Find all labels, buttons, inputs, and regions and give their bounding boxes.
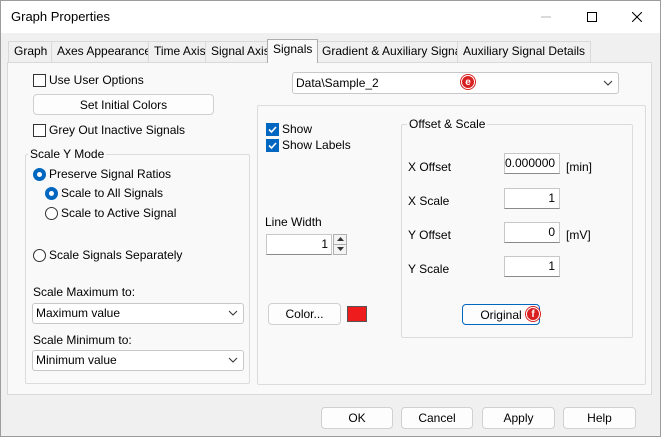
close-icon (632, 12, 642, 22)
help-button[interactable]: Help (563, 407, 636, 429)
offset-scale-title: Offset & Scale (407, 117, 488, 131)
line-width-input[interactable]: 1 (266, 234, 332, 255)
scale-signals-separately-radio[interactable]: Scale Signals Separately (33, 248, 182, 262)
tab-gradient-auxiliary-signals[interactable]: Gradient & Auxiliary Signals (316, 41, 477, 62)
scale-y-mode-title: Scale Y Mode (28, 147, 107, 161)
checkbox-box (266, 138, 279, 152)
minimize-button[interactable] (523, 1, 569, 33)
x-offset-input[interactable]: 0.000000 (504, 153, 560, 174)
scale-to-all-signals-radio[interactable]: Scale to All Signals (45, 186, 163, 200)
signals-tab-panel: Use User Options Set Initial Colors Grey… (7, 62, 652, 395)
scale-signals-separately-label: Scale Signals Separately (49, 248, 183, 262)
set-initial-colors-button[interactable]: Set Initial Colors (33, 94, 214, 115)
scale-minimum-label: Scale Minimum to: (33, 333, 132, 347)
scale-maximum-value: Maximum value (36, 306, 121, 320)
signal-dropdown[interactable]: Data\Sample_2 (292, 72, 619, 94)
line-width-spinner[interactable] (333, 234, 347, 255)
y-scale-label: Y Scale (408, 262, 450, 276)
preserve-signal-ratios-label: Preserve Signal Ratios (49, 167, 172, 181)
checkmark-icon (268, 125, 277, 133)
maximize-button[interactable] (569, 1, 615, 33)
ok-button[interactable]: OK (321, 407, 393, 429)
window-title: Graph Properties (11, 9, 110, 24)
annotation-badge-e: e (461, 75, 475, 89)
grey-out-inactive-checkbox[interactable]: Grey Out Inactive Signals (33, 123, 185, 137)
signal-dropdown-value: Data\Sample_2 (296, 76, 379, 90)
grey-out-inactive-label: Grey Out Inactive Signals (49, 123, 186, 137)
use-user-options-label: Use User Options (49, 73, 144, 87)
line-width-label: Line Width (265, 215, 322, 229)
checkbox-box (33, 123, 46, 137)
x-scale-label: X Scale (408, 194, 450, 208)
show-labels-checkbox[interactable]: Show Labels (266, 138, 351, 152)
cancel-button[interactable]: Cancel (401, 407, 473, 429)
graph-properties-dialog: Graph Properties Graph Axes Appearance T… (0, 0, 661, 437)
maximize-icon (587, 12, 597, 22)
tab-strip: Graph Axes Appearance Time Axis Signal A… (1, 39, 660, 63)
scale-maximum-label: Scale Maximum to: (33, 285, 136, 299)
tab-time-axis[interactable]: Time Axis (148, 41, 212, 62)
y-offset-unit: [mV] (566, 228, 591, 242)
y-scale-input[interactable]: 1 (504, 256, 560, 277)
show-checkbox[interactable]: Show (266, 122, 312, 136)
checkbox-box (266, 122, 279, 136)
annotation-badge-f: f (526, 307, 540, 321)
tab-signal-axis[interactable]: Signal Axis (205, 41, 276, 62)
scale-to-all-signals-label: Scale to All Signals (61, 186, 164, 200)
color-swatch[interactable] (347, 306, 367, 322)
checkbox-box (33, 73, 46, 87)
radio-button (45, 206, 58, 220)
tab-auxiliary-signal-details[interactable]: Auxiliary Signal Details (457, 41, 592, 62)
y-offset-label: Y Offset (408, 228, 451, 242)
spin-up-icon[interactable] (334, 235, 346, 244)
show-label: Show (282, 122, 313, 136)
minimize-icon (541, 16, 551, 18)
scale-minimum-value: Minimum value (36, 353, 117, 367)
scale-to-active-signal-label: Scale to Active Signal (61, 206, 177, 220)
tab-axes-appearance[interactable]: Axes Appearance (51, 41, 158, 62)
radio-button (45, 186, 58, 200)
x-scale-input[interactable]: 1 (504, 188, 560, 209)
color-button[interactable]: Color... (268, 303, 341, 325)
spin-down-icon[interactable] (334, 244, 346, 253)
apply-button[interactable]: Apply (482, 407, 555, 429)
x-offset-unit: [min] (566, 160, 593, 174)
title-bar: Graph Properties (1, 1, 660, 33)
chevron-down-icon (228, 357, 238, 363)
radio-button (33, 167, 46, 181)
close-button[interactable] (614, 1, 660, 33)
chevron-down-icon (228, 310, 238, 316)
radio-button (33, 248, 46, 262)
scale-minimum-dropdown[interactable]: Minimum value (32, 350, 244, 371)
use-user-options-checkbox[interactable]: Use User Options (33, 73, 144, 87)
x-offset-label: X Offset (408, 160, 452, 174)
tab-graph[interactable]: Graph (8, 41, 54, 62)
checkmark-icon (268, 141, 277, 149)
show-labels-label: Show Labels (282, 138, 351, 152)
scale-maximum-dropdown[interactable]: Maximum value (32, 303, 244, 324)
preserve-signal-ratios-radio[interactable]: Preserve Signal Ratios (33, 167, 171, 181)
tab-signals[interactable]: Signals (267, 39, 319, 63)
chevron-down-icon (603, 80, 613, 86)
y-offset-input[interactable]: 0 (504, 222, 560, 243)
scale-to-active-signal-radio[interactable]: Scale to Active Signal (45, 206, 176, 220)
